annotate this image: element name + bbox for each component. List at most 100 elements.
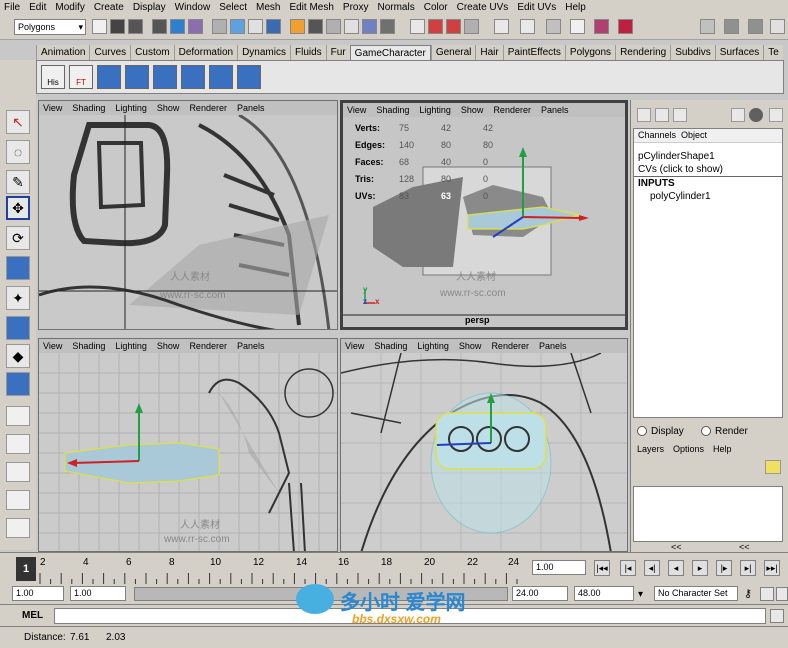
poly-bevel-shelf-button[interactable] xyxy=(237,65,261,89)
tab-surfaces[interactable]: Surfaces xyxy=(714,45,764,60)
poly-append-shelf-button[interactable] xyxy=(181,65,205,89)
select-by-vertex-icon[interactable] xyxy=(230,19,245,34)
animation-start-field[interactable]: 1.00 xyxy=(12,586,64,601)
tool-settings-panel-icon[interactable] xyxy=(731,108,745,122)
render-layers-radio[interactable] xyxy=(701,426,711,436)
tab-rendering[interactable]: Rendering xyxy=(615,45,671,60)
channel-box-menu-object[interactable]: Object xyxy=(681,130,707,140)
viewport-menu-panels[interactable]: Panels xyxy=(541,105,569,115)
persp-outliner-layout-icon[interactable] xyxy=(6,462,30,482)
menu-display[interactable]: Display xyxy=(133,2,166,13)
mel-label[interactable]: MEL xyxy=(22,610,43,621)
menu-edit-mesh[interactable]: Edit Mesh xyxy=(289,2,333,13)
tab-fluids[interactable]: Fluids xyxy=(289,45,326,60)
snap-curve-icon[interactable] xyxy=(326,19,341,34)
step-back-frame-button[interactable]: |◂ xyxy=(620,560,636,576)
paint-icon[interactable] xyxy=(594,19,609,34)
viewport-menu-show[interactable]: Show xyxy=(459,341,482,351)
lasso-tool-icon[interactable]: ◌ xyxy=(6,140,30,164)
viewport-menu-shading[interactable]: Shading xyxy=(374,341,407,351)
play-backwards-button[interactable]: ◂ xyxy=(668,560,684,576)
viewport-menu-shading[interactable]: Shading xyxy=(376,105,409,115)
step-back-key-button[interactable]: ◂| xyxy=(644,560,660,576)
tab-deformation[interactable]: Deformation xyxy=(173,45,238,60)
play-forwards-button[interactable]: ▸ xyxy=(692,560,708,576)
hypershade-layout-icon[interactable] xyxy=(6,518,30,538)
rotate-tool-icon[interactable]: ⟳ xyxy=(6,226,30,250)
mode-selector-dropdown[interactable]: Polygons ▾ xyxy=(14,19,86,35)
channel-box-toggle-icon[interactable] xyxy=(637,108,651,122)
tab-gamecharacter[interactable]: GameCharacter xyxy=(349,45,431,60)
collapse-left-arrows[interactable]: << xyxy=(671,542,682,552)
auto-key-toggle[interactable] xyxy=(760,587,774,601)
lock-selection-icon[interactable] xyxy=(290,19,305,34)
layer-editor-icon[interactable] xyxy=(770,19,785,34)
viewport-menu-view[interactable]: View xyxy=(345,341,364,351)
select-by-edge-icon[interactable] xyxy=(248,19,263,34)
construction-history-icon[interactable] xyxy=(546,19,561,34)
attribute-editor-icon[interactable] xyxy=(700,19,715,34)
input-line-icon[interactable] xyxy=(494,19,509,34)
viewport-menu-shading[interactable]: Shading xyxy=(72,103,105,113)
viewport-menu-lighting[interactable]: Lighting xyxy=(115,103,147,113)
snap-grid-icon[interactable] xyxy=(308,19,323,34)
layer-menu-help[interactable]: Help xyxy=(713,444,732,454)
four-pane-layout-icon[interactable] xyxy=(6,434,30,454)
chevron-down-icon[interactable]: ▾ xyxy=(638,589,643,600)
step-forward-frame-button[interactable]: ▸| xyxy=(740,560,756,576)
ipr-render-icon[interactable] xyxy=(446,19,461,34)
tool-settings-icon[interactable] xyxy=(724,19,739,34)
menu-create[interactable]: Create xyxy=(94,2,124,13)
playback-start-field[interactable]: 1.00 xyxy=(70,586,126,601)
viewport-menu-renderer[interactable]: Renderer xyxy=(493,105,531,115)
tab-curves[interactable]: Curves xyxy=(89,45,131,60)
collapse-right-arrows[interactable]: << xyxy=(739,542,750,552)
menu-mesh[interactable]: Mesh xyxy=(256,2,280,13)
menu-color[interactable]: Color xyxy=(424,2,448,13)
tab-hair[interactable]: Hair xyxy=(475,45,503,60)
make-live-icon[interactable] xyxy=(380,19,395,34)
viewport-menu-renderer[interactable]: Renderer xyxy=(189,341,227,351)
character-set-field[interactable]: No Character Set xyxy=(654,586,738,601)
select-tool-icon[interactable]: ↖ xyxy=(6,110,30,134)
select-component-icon[interactable] xyxy=(188,19,203,34)
poly-cut-shelf-button[interactable] xyxy=(125,65,149,89)
layer-list[interactable] xyxy=(633,486,783,542)
current-time-field[interactable]: 1.00 xyxy=(532,560,586,575)
viewport-menu-view[interactable]: View xyxy=(347,105,366,115)
history-icon[interactable] xyxy=(410,19,425,34)
menu-proxy[interactable]: Proxy xyxy=(343,2,369,13)
time-slider[interactable]: 1 2 4 6 8 10 12 14 16 18 20 22 24 1.00 |… xyxy=(0,552,788,585)
tab-general[interactable]: General xyxy=(430,45,476,60)
viewport-menu-lighting[interactable]: Lighting xyxy=(115,341,147,351)
menu-file[interactable]: File xyxy=(4,2,20,13)
new-layer-icon[interactable] xyxy=(765,460,781,474)
menu-edit[interactable]: Edit xyxy=(29,2,46,13)
save-scene-icon[interactable] xyxy=(128,19,143,34)
viewport-menu-renderer[interactable]: Renderer xyxy=(491,341,529,351)
single-pane-layout-icon[interactable] xyxy=(6,406,30,426)
key-icon[interactable]: ⚷ xyxy=(744,587,752,600)
move-tool-icon[interactable]: ✥ xyxy=(6,196,30,220)
display-mode-icon[interactable] xyxy=(749,108,763,122)
script-editor-icon[interactable] xyxy=(770,609,784,623)
scale-tool-icon[interactable] xyxy=(6,256,30,280)
playback-end-field[interactable]: 24.00 xyxy=(512,586,568,601)
select-hierarchy-icon[interactable] xyxy=(152,19,167,34)
select-object-icon[interactable] xyxy=(170,19,185,34)
render-icon[interactable] xyxy=(428,19,443,34)
viewport-menu-show[interactable]: Show xyxy=(157,341,180,351)
open-scene-icon[interactable] xyxy=(110,19,125,34)
go-to-end-button[interactable]: ▸▸| xyxy=(764,560,780,576)
viewport-menu-lighting[interactable]: Lighting xyxy=(417,341,449,351)
menu-help[interactable]: Help xyxy=(565,2,586,13)
attribute-list-icon[interactable] xyxy=(655,108,669,122)
animation-preferences-icon[interactable] xyxy=(776,587,788,601)
step-forward-key-button[interactable]: |▸ xyxy=(716,560,732,576)
freeze-transform-shelf-button[interactable]: FT xyxy=(69,65,93,89)
poly-extrude-shelf-button[interactable] xyxy=(209,65,233,89)
viewport-menu-show[interactable]: Show xyxy=(157,103,180,113)
show-manipulator-tool-icon[interactable]: ◆ xyxy=(6,344,30,368)
menu-edit-uvs[interactable]: Edit UVs xyxy=(517,2,556,13)
current-frame-marker[interactable]: 1 xyxy=(16,557,36,581)
